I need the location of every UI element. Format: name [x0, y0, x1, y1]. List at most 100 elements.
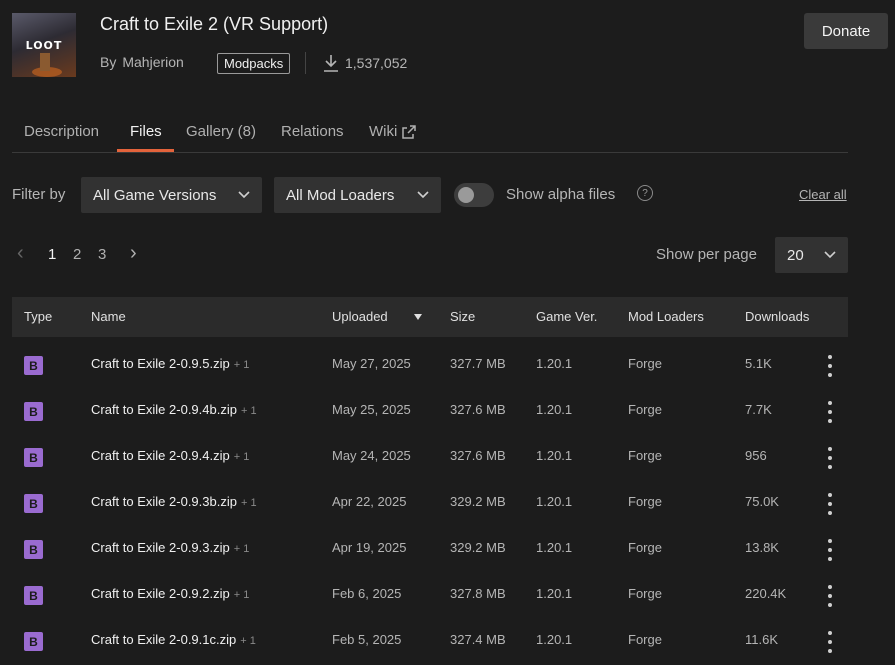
- kebab-menu-icon[interactable]: [825, 539, 835, 561]
- additional-files-count: + 1: [240, 405, 257, 417]
- uploaded-date: May 25, 2025: [332, 402, 411, 417]
- category-tag[interactable]: Modpacks: [217, 53, 291, 74]
- kebab-menu-icon[interactable]: [825, 493, 835, 515]
- donate-button[interactable]: Donate: [804, 13, 888, 49]
- download-count-cell: 75.0K: [745, 494, 779, 509]
- col-uploaded[interactable]: Uploaded: [332, 309, 422, 324]
- kebab-menu-icon[interactable]: [825, 631, 835, 653]
- release-type-badge: B: [24, 356, 43, 375]
- file-name-cell[interactable]: Craft to Exile 2-0.9.1c.zip + 1: [91, 632, 256, 647]
- file-name-cell[interactable]: Craft to Exile 2-0.9.2.zip + 1: [91, 586, 249, 601]
- game-version: 1.20.1: [536, 494, 573, 509]
- mod-loader: Forge: [628, 586, 662, 601]
- next-page-button[interactable]: ›: [130, 242, 137, 265]
- file-size: 329.2 MB: [450, 540, 506, 555]
- table-row[interactable]: B Craft to Exile 2-0.9.2.zip + 1 Feb 6, 202…: [12, 573, 848, 619]
- logo-text: LOOT: [25, 39, 63, 52]
- game-version: 1.20.1: [536, 448, 573, 463]
- mod-loader: Forge: [628, 632, 662, 647]
- table-row[interactable]: B Craft to Exile 2-0.9.3b.zip + 1 Apr 22, 2…: [12, 481, 848, 527]
- table-header: Type Name Uploaded Size Game Ver. Mod Lo…: [12, 297, 848, 337]
- release-type-badge: B: [24, 402, 43, 421]
- prev-page-button[interactable]: ‹: [17, 242, 24, 265]
- kebab-menu-icon[interactable]: [825, 585, 835, 607]
- file-name-cell[interactable]: Craft to Exile 2-0.9.4.zip + 1: [91, 448, 249, 463]
- chevron-down-icon: [417, 191, 429, 199]
- author-link[interactable]: Mahjerion: [122, 54, 183, 70]
- col-downloads: Downloads: [745, 309, 810, 324]
- download-count-cell: 11.6K: [745, 632, 779, 647]
- mod-loaders-select[interactable]: All Mod Loaders: [274, 177, 441, 213]
- additional-files-count: + 1: [240, 497, 257, 509]
- additional-files-count: + 1: [240, 635, 256, 647]
- download-count-cell: 956: [745, 448, 767, 463]
- external-link-icon: [402, 124, 417, 139]
- file-name-cell[interactable]: Craft to Exile 2-0.9.3.zip + 1: [91, 540, 249, 555]
- file-size: 327.7 MB: [450, 356, 506, 371]
- page-title: Craft to Exile 2 (VR Support): [100, 14, 329, 34]
- byline: By Mahjerion: [100, 54, 184, 70]
- file-name-cell[interactable]: Craft to Exile 2-0.9.4b.zip + 1: [91, 402, 257, 417]
- file-name[interactable]: Craft to Exile 2-0.9.1c.zip: [91, 632, 236, 647]
- file-name-cell[interactable]: Craft to Exile 2-0.9.5.zip + 1: [91, 356, 249, 371]
- tab-files[interactable]: Files: [130, 123, 162, 140]
- uploaded-date: May 27, 2025: [332, 356, 411, 371]
- page-2[interactable]: 2: [73, 246, 81, 263]
- tab-description[interactable]: Description: [24, 123, 99, 140]
- tab-relations[interactable]: Relations: [281, 123, 344, 140]
- help-icon[interactable]: ?: [637, 185, 653, 201]
- game-version: 1.20.1: [536, 402, 573, 417]
- game-versions-select[interactable]: All Game Versions: [81, 177, 262, 213]
- uploaded-date: May 24, 2025: [332, 448, 411, 463]
- mod-loader: Forge: [628, 540, 662, 555]
- filter-label: Filter by: [12, 186, 66, 203]
- file-name[interactable]: Craft to Exile 2-0.9.4.zip: [91, 448, 230, 463]
- file-name[interactable]: Craft to Exile 2-0.9.3.zip: [91, 540, 230, 555]
- kebab-menu-icon[interactable]: [825, 401, 835, 423]
- col-game-ver: Game Ver.: [536, 309, 598, 324]
- download-count-value: 1,537,052: [345, 55, 408, 71]
- table-row[interactable]: B Craft to Exile 2-0.9.3.zip + 1 Apr 19, 20…: [12, 527, 848, 573]
- uploaded-date: Apr 22, 2025: [332, 494, 407, 509]
- uploaded-date: Feb 6, 2025: [332, 586, 402, 601]
- additional-files-count: + 1: [233, 543, 250, 555]
- alpha-files-toggle[interactable]: [454, 183, 494, 207]
- by-label: By: [100, 54, 117, 70]
- table-row[interactable]: B Craft to Exile 2-0.9.4.zip + 1 May 24, 20…: [12, 435, 848, 481]
- per-page-value: 20: [787, 246, 804, 264]
- page-1[interactable]: 1: [48, 246, 56, 263]
- game-versions-value: All Game Versions: [93, 186, 217, 204]
- additional-files-count: + 1: [233, 589, 250, 601]
- chevron-down-icon: [238, 191, 250, 199]
- clear-all-link[interactable]: Clear all: [799, 187, 847, 202]
- download-count: 1,537,052: [323, 54, 407, 72]
- table-row[interactable]: B Craft to Exile 2-0.9.5.zip + 1 May 27, 20…: [12, 343, 848, 389]
- tab-bar: Description Files Gallery (8) Relations …: [12, 112, 848, 153]
- mod-loader: Forge: [628, 356, 662, 371]
- file-name[interactable]: Craft to Exile 2-0.9.4b.zip: [91, 402, 237, 417]
- game-version: 1.20.1: [536, 632, 573, 647]
- release-type-badge: B: [24, 632, 43, 651]
- kebab-menu-icon[interactable]: [825, 355, 835, 377]
- kebab-menu-icon[interactable]: [825, 447, 835, 469]
- mod-loader: Forge: [628, 402, 662, 417]
- download-count-cell: 5.1K: [745, 356, 772, 371]
- table-row[interactable]: B Craft to Exile 2-0.9.1c.zip + 1 Feb 5, 20…: [12, 619, 848, 665]
- file-name[interactable]: Craft to Exile 2-0.9.2.zip: [91, 586, 230, 601]
- file-name[interactable]: Craft to Exile 2-0.9.3b.zip: [91, 494, 237, 509]
- per-page-select[interactable]: 20: [775, 237, 848, 273]
- col-size: Size: [450, 309, 476, 324]
- file-size: 329.2 MB: [450, 494, 506, 509]
- file-size: 327.6 MB: [450, 402, 506, 417]
- additional-files-count: + 1: [233, 451, 250, 463]
- file-name-cell[interactable]: Craft to Exile 2-0.9.3b.zip + 1: [91, 494, 257, 509]
- tab-gallery[interactable]: Gallery (8): [186, 123, 256, 140]
- page-3[interactable]: 3: [98, 246, 106, 263]
- alpha-files-label: Show alpha files: [506, 186, 616, 203]
- tab-wiki[interactable]: Wiki: [369, 123, 417, 140]
- table-row[interactable]: B Craft to Exile 2-0.9.4b.zip + 1 May 25, 2…: [12, 389, 848, 435]
- per-page-label: Show per page: [656, 246, 757, 263]
- sort-desc-icon: [413, 313, 422, 320]
- mod-loader: Forge: [628, 494, 662, 509]
- file-name[interactable]: Craft to Exile 2-0.9.5.zip: [91, 356, 230, 371]
